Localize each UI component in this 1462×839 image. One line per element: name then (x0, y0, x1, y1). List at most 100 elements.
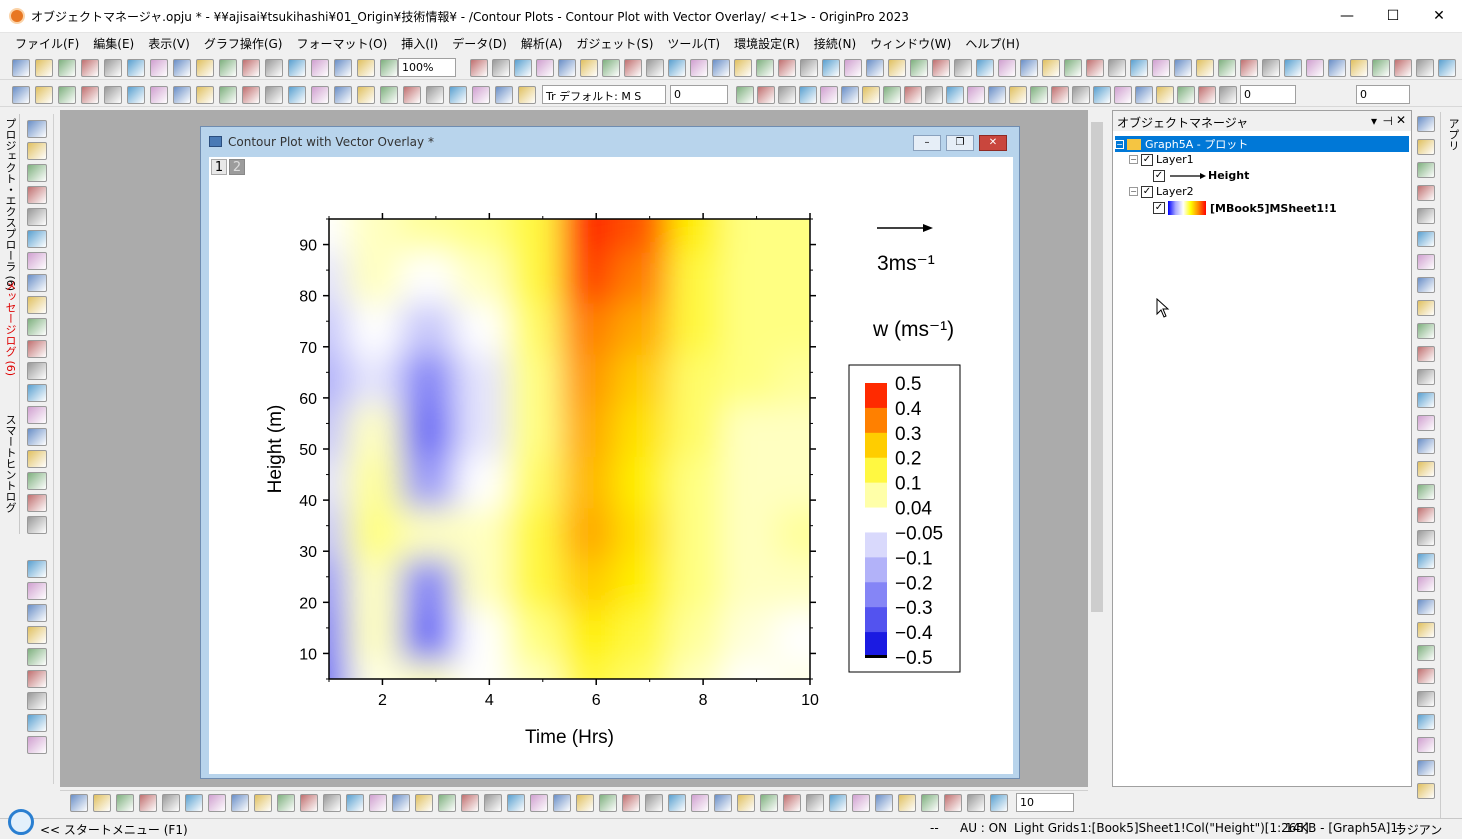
tab-project-explorer[interactable]: プロジェクト・エクスプローラ (6) (2, 118, 18, 291)
format-tool-icon[interactable] (12, 86, 30, 104)
drawing-tool-icon[interactable] (27, 692, 47, 710)
plot-tool-icon[interactable] (898, 794, 916, 812)
plot-tool-icon[interactable] (300, 794, 318, 812)
plot-tool-icon[interactable] (921, 794, 939, 812)
standard-tool-icon[interactable] (668, 59, 686, 77)
graph-window[interactable]: Contour Plot with Vector Overlay * – ❐ ✕… (200, 126, 1020, 779)
standard-tool-icon[interactable] (1350, 59, 1368, 77)
layer1-checkbox[interactable]: ✓ (1141, 153, 1153, 166)
workspace-scrollbar[interactable] (1088, 110, 1106, 787)
standard-tool-icon[interactable] (357, 59, 375, 77)
tree-root-graph[interactable]: − Graph5A - プロット (1115, 136, 1409, 152)
start-menu-button[interactable]: << スタートメニュー (F1) (40, 821, 188, 838)
standard-tool-icon[interactable] (866, 59, 884, 77)
layout-tool-icon[interactable] (1417, 530, 1435, 546)
standard-tool-icon[interactable] (1130, 59, 1148, 77)
plot-tool-icon[interactable] (208, 794, 226, 812)
status-grids[interactable]: Light Grids (1014, 821, 1079, 835)
standard-tool-icon[interactable] (173, 59, 191, 77)
format-tool-icon[interactable] (58, 86, 76, 104)
drawing-tool-icon[interactable] (27, 274, 47, 292)
menu-item-13[interactable]: ヘルプ(H) (958, 35, 1026, 52)
plot-height-checkbox[interactable]: ✓ (1153, 169, 1165, 182)
drawing-tool-icon[interactable] (27, 120, 47, 138)
drawing-tool-icon[interactable] (27, 340, 47, 358)
standard-tool-icon[interactable] (800, 59, 818, 77)
drawing-tool-icon[interactable] (27, 582, 47, 600)
layout-tool-icon[interactable] (1417, 737, 1435, 753)
tree-layer1[interactable]: − ✓ Layer1 (1129, 153, 1194, 166)
layout-tool-icon[interactable] (1417, 231, 1435, 247)
layout-tool-icon[interactable] (1417, 599, 1435, 615)
plot-tool-icon[interactable] (829, 794, 847, 812)
scroll-thumb[interactable] (1091, 122, 1103, 612)
menu-item-11[interactable]: 接続(N) (807, 35, 863, 52)
tree-layer1-plot[interactable]: ✓ Height (1153, 169, 1249, 182)
bottom-size-select[interactable]: 10 (1016, 793, 1074, 812)
standard-tool-icon[interactable] (998, 59, 1016, 77)
menu-item-5[interactable]: 挿入(I) (394, 35, 445, 52)
standard-tool-icon[interactable] (580, 59, 598, 77)
layout-tool-icon[interactable] (1417, 369, 1435, 385)
format-tool-icon[interactable] (518, 86, 536, 104)
format-tool-icon[interactable] (104, 86, 122, 104)
format-tool-icon[interactable] (196, 86, 214, 104)
format-tool-icon[interactable] (967, 86, 985, 104)
zoom-select[interactable]: 100% (398, 58, 456, 77)
plot-tool-icon[interactable] (507, 794, 525, 812)
format-tool-icon[interactable] (904, 86, 922, 104)
drawing-tool-icon[interactable] (27, 230, 47, 248)
standard-tool-icon[interactable] (954, 59, 972, 77)
standard-tool-icon[interactable] (127, 59, 145, 77)
drawing-tool-icon[interactable] (27, 736, 47, 754)
standard-tool-icon[interactable] (1086, 59, 1104, 77)
standard-tool-icon[interactable] (492, 59, 510, 77)
expand-icon[interactable]: − (1129, 187, 1138, 196)
standard-tool-icon[interactable] (1394, 59, 1412, 77)
menu-item-6[interactable]: データ(D) (445, 35, 514, 52)
standard-tool-icon[interactable] (778, 59, 796, 77)
plot-tool-icon[interactable] (553, 794, 571, 812)
standard-tool-icon[interactable] (219, 59, 237, 77)
standard-tool-icon[interactable] (734, 59, 752, 77)
panel-menu-icon[interactable]: ▾ (1371, 114, 1377, 128)
plot-tool-icon[interactable] (599, 794, 617, 812)
plot-tool-icon[interactable] (783, 794, 801, 812)
standard-tool-icon[interactable] (35, 59, 53, 77)
standard-tool-icon[interactable] (844, 59, 862, 77)
plot-tool-icon[interactable] (484, 794, 502, 812)
standard-tool-icon[interactable] (888, 59, 906, 77)
standard-tool-icon[interactable] (1416, 59, 1434, 77)
plot-tool-icon[interactable] (760, 794, 778, 812)
menu-item-3[interactable]: グラフ操作(G) (197, 35, 290, 52)
format-tool-icon[interactable] (219, 86, 237, 104)
tab-message-log[interactable]: メッセージログ (6) (2, 280, 18, 376)
standard-tool-icon[interactable] (1064, 59, 1082, 77)
menu-item-4[interactable]: フォーマット(O) (289, 35, 394, 52)
layout-tool-icon[interactable] (1417, 346, 1435, 362)
drawing-tool-icon[interactable] (27, 560, 47, 578)
standard-tool-icon[interactable] (81, 59, 99, 77)
standard-tool-icon[interactable] (646, 59, 664, 77)
panel-close-icon[interactable]: ✕ (1396, 113, 1406, 127)
standard-tool-icon[interactable] (756, 59, 774, 77)
font-size-select[interactable]: 0 (670, 85, 728, 104)
format-tool-icon[interactable] (357, 86, 375, 104)
plot-tool-icon[interactable] (93, 794, 111, 812)
standard-tool-icon[interactable] (311, 59, 329, 77)
drawing-tool-icon[interactable] (27, 296, 47, 314)
expand-icon[interactable]: − (1129, 155, 1138, 164)
format-tool-icon[interactable] (311, 86, 329, 104)
plot-tool-icon[interactable] (461, 794, 479, 812)
format-tool-icon[interactable] (988, 86, 1006, 104)
layout-tool-icon[interactable] (1417, 668, 1435, 684)
apps-tab-label[interactable]: アプリ (1445, 118, 1461, 151)
layout-tool-icon[interactable] (1417, 553, 1435, 569)
format-tool-icon[interactable] (1156, 86, 1174, 104)
format-tool-icon[interactable] (1009, 86, 1027, 104)
drawing-tool-icon[interactable] (27, 494, 47, 512)
standard-tool-icon[interactable] (58, 59, 76, 77)
status-au[interactable]: AU : ON (960, 821, 1007, 835)
layout-tool-icon[interactable] (1417, 622, 1435, 638)
plot-tool-icon[interactable] (852, 794, 870, 812)
